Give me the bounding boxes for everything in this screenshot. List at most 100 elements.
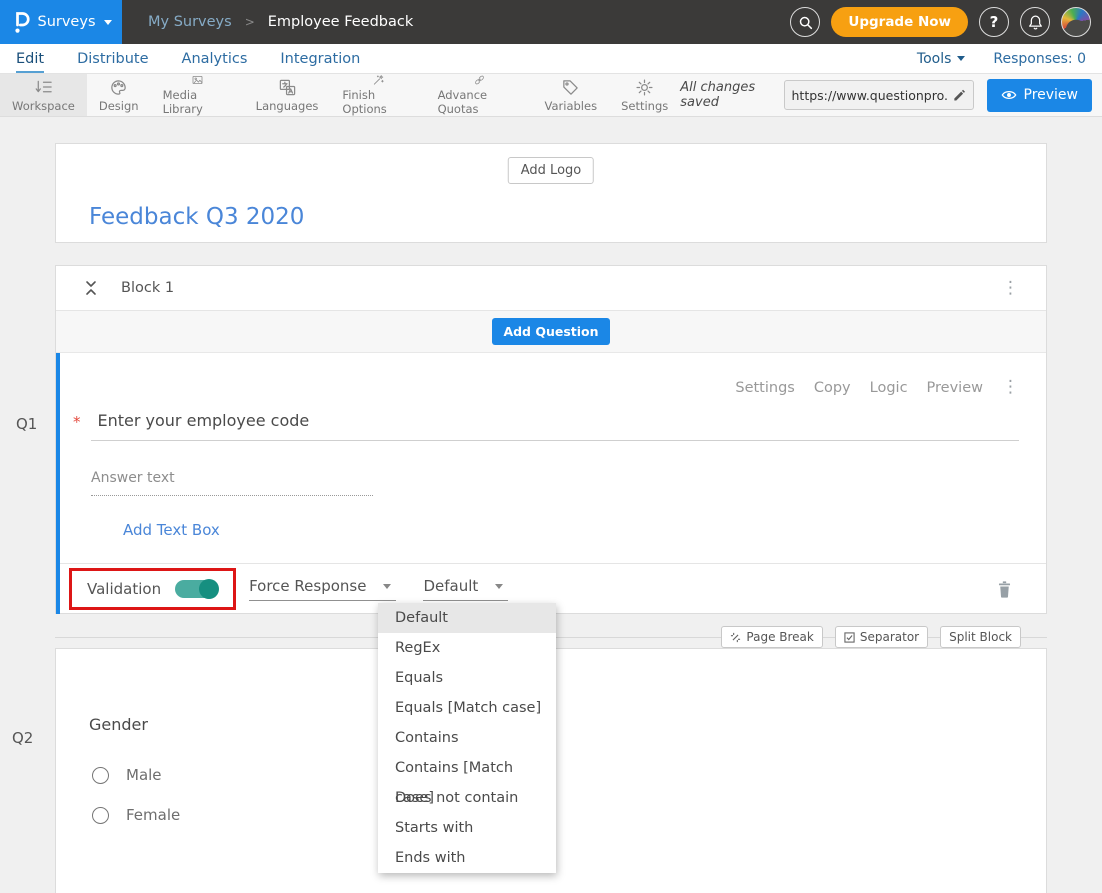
gear-icon xyxy=(635,78,654,97)
tools-label: Tools xyxy=(917,51,952,67)
dropdown-option-ends-with[interactable]: Ends with xyxy=(378,843,556,873)
topbar-actions: Upgrade Now ? xyxy=(790,7,1102,37)
question-settings-link[interactable]: Settings xyxy=(735,380,794,396)
bell-icon xyxy=(1028,14,1043,30)
question-1: Settings Copy Logic Preview ⋮ Q1 * Enter… xyxy=(56,353,1046,614)
question-text-underline xyxy=(91,440,1019,441)
toolbar-item-media-library[interactable]: Media Library xyxy=(151,74,244,116)
question-logic-link[interactable]: Logic xyxy=(870,380,908,396)
help-button[interactable]: ? xyxy=(979,7,1009,37)
add-logo-button[interactable]: Add Logo xyxy=(508,157,594,184)
question-copy-link[interactable]: Copy xyxy=(814,380,851,396)
toolbar-item-design[interactable]: Design xyxy=(87,74,151,116)
questionpro-logo-icon xyxy=(11,11,30,34)
toolbar-item-label: Variables xyxy=(545,99,598,113)
separator-button[interactable]: Separator xyxy=(835,626,928,648)
radio-button[interactable] xyxy=(92,767,109,784)
tab-distribute[interactable]: Distribute xyxy=(77,44,148,73)
page-break-button[interactable]: Page Break xyxy=(721,626,822,648)
question-text[interactable]: Enter your employee code xyxy=(98,411,310,431)
radio-label: Female xyxy=(126,806,180,824)
separator-label: Separator xyxy=(860,630,919,644)
block-header: Block 1 ⋮ xyxy=(56,266,1046,311)
force-response-value: Force Response xyxy=(249,577,366,595)
product-name: Surveys xyxy=(38,14,96,30)
question-preview-link[interactable]: Preview xyxy=(927,380,983,396)
workspace-icon xyxy=(34,78,53,97)
radio-button[interactable] xyxy=(92,807,109,824)
survey-url-input[interactable] xyxy=(792,88,948,103)
tag-icon xyxy=(561,78,580,97)
checkbox-icon xyxy=(844,632,855,643)
radio-option-female[interactable]: Female xyxy=(92,806,180,824)
question-id-label: Q2 xyxy=(12,729,33,747)
dropdown-option-does-not-contain[interactable]: Does not contain xyxy=(378,783,556,813)
dropdown-option-equals-match-case[interactable]: Equals [Match case] xyxy=(378,693,556,723)
notifications-button[interactable] xyxy=(1020,7,1050,37)
toolbar-item-label: Languages xyxy=(256,99,319,113)
block-title[interactable]: Block 1 xyxy=(121,280,174,296)
toolbar-item-settings[interactable]: Settings xyxy=(609,74,680,116)
dropdown-option-contains-match-case[interactable]: Contains [Match case] xyxy=(378,753,556,783)
required-marker: * xyxy=(73,411,81,431)
dropdown-option-default[interactable]: Default xyxy=(378,603,556,633)
nav-tabs: Edit Distribute Analytics Integration xyxy=(16,44,360,73)
survey-title[interactable]: Feedback Q3 2020 xyxy=(89,204,304,230)
validation-toggle[interactable] xyxy=(175,580,218,598)
breadcrumb-current: Employee Feedback xyxy=(268,14,413,30)
toolbar-item-label: Finish Options xyxy=(342,88,413,116)
toolbar-item-label: Media Library xyxy=(163,88,232,116)
toolbar-item-variables[interactable]: Variables xyxy=(533,74,610,116)
breadcrumb-separator: > xyxy=(245,15,255,29)
force-response-select[interactable]: Force Response xyxy=(249,577,396,601)
toolbar-item-label: Settings xyxy=(621,99,668,113)
main-nav: Edit Distribute Analytics Integration To… xyxy=(0,44,1102,74)
add-question-strip: Add Question xyxy=(56,311,1046,353)
block-menu-button[interactable]: ⋮ xyxy=(1002,280,1019,297)
survey-header-card: Add Logo Feedback Q3 2020 xyxy=(55,143,1047,243)
answer-text-field[interactable]: Answer text xyxy=(91,470,373,496)
avatar[interactable] xyxy=(1061,7,1091,37)
search-button[interactable] xyxy=(790,7,820,37)
tab-analytics[interactable]: Analytics xyxy=(182,44,248,73)
question-id-label: Q1 xyxy=(16,415,37,433)
tools-menu[interactable]: Tools xyxy=(917,51,966,67)
tab-integration[interactable]: Integration xyxy=(280,44,360,73)
delete-question-button[interactable] xyxy=(996,580,1013,599)
chevron-down-icon xyxy=(383,584,391,589)
question-menu-button[interactable]: ⋮ xyxy=(1002,379,1019,396)
chevron-down-icon xyxy=(104,20,112,25)
validation-type-select[interactable]: Default xyxy=(423,577,508,601)
dropdown-option-contains[interactable]: Contains xyxy=(378,723,556,753)
breadcrumb-my-surveys[interactable]: My Surveys xyxy=(148,14,232,30)
collapse-block-button[interactable] xyxy=(83,279,99,297)
question-text[interactable]: Gender xyxy=(89,715,148,734)
toolbar-item-languages[interactable]: Languages xyxy=(244,74,331,116)
toolbar-item-advance-quotas[interactable]: Advance Quotas xyxy=(426,74,533,116)
image-icon xyxy=(188,74,207,86)
breadcrumb: My Surveys > Employee Feedback xyxy=(148,14,413,30)
radio-option-male[interactable]: Male xyxy=(92,766,162,784)
tab-edit[interactable]: Edit xyxy=(16,44,44,73)
product-switcher[interactable]: Surveys xyxy=(0,0,122,44)
toolbar-item-label: Workspace xyxy=(12,99,75,113)
dropdown-option-equals[interactable]: Equals xyxy=(378,663,556,693)
toolbar-item-finish-options[interactable]: Finish Options xyxy=(330,74,425,116)
dropdown-option-regex[interactable]: RegEx xyxy=(378,633,556,663)
validation-label: Validation xyxy=(87,580,161,598)
add-question-button[interactable]: Add Question xyxy=(492,318,609,345)
survey-url-box xyxy=(784,80,974,110)
upgrade-now-button[interactable]: Upgrade Now xyxy=(831,7,968,37)
pencil-icon[interactable] xyxy=(952,88,966,102)
eye-icon xyxy=(1001,87,1017,103)
toolbar-item-label: Design xyxy=(99,99,139,113)
palette-icon xyxy=(109,78,128,97)
dropdown-option-starts-with[interactable]: Starts with xyxy=(378,813,556,843)
add-text-box-link[interactable]: Add Text Box xyxy=(123,521,220,539)
toolbar-item-workspace[interactable]: Workspace xyxy=(0,74,87,116)
split-block-button[interactable]: Split Block xyxy=(940,626,1021,648)
editor-toolbar: Workspace Design Media Library Languages xyxy=(0,74,1102,117)
responses-count[interactable]: Responses: 0 xyxy=(993,51,1086,67)
preview-button[interactable]: Preview xyxy=(987,79,1093,112)
page-break-label: Page Break xyxy=(746,630,813,644)
